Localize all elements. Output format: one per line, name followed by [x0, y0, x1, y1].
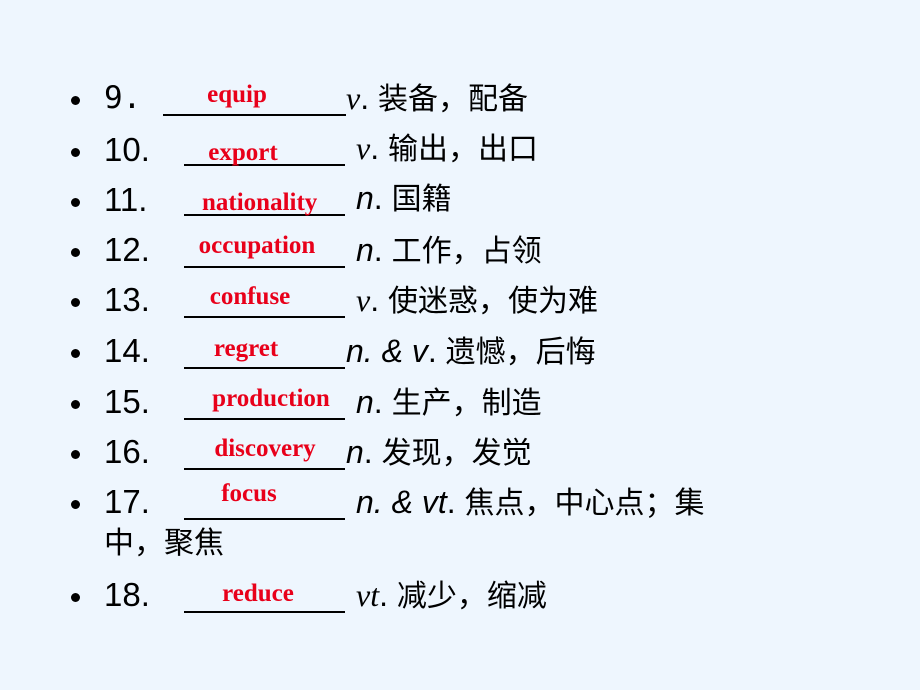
vocab-item-13: 13. confuse v. 使迷惑，使为难	[0, 278, 920, 328]
answer-blank	[163, 114, 346, 116]
definition: v. 使迷惑，使为难	[356, 282, 598, 319]
vocab-item-17: 17. focus n. & vt. 焦点，中心点；集 中，聚焦	[0, 480, 920, 570]
answer-text: confuse	[209, 283, 291, 310]
meaning: 生产，制造	[391, 386, 542, 421]
part-of-speech: n	[356, 180, 374, 216]
bullet-icon	[71, 198, 80, 207]
meaning: 装备，配备	[377, 82, 528, 117]
definition: n. 生产，制造	[356, 384, 542, 421]
answer-blank	[184, 266, 345, 268]
answer-blank	[184, 418, 345, 420]
item-number: 18.	[104, 576, 150, 613]
part-of-speech: n. & v	[346, 333, 428, 369]
answer-text: export	[208, 139, 278, 166]
bullet-icon	[71, 500, 80, 509]
part-of-speech: n	[346, 434, 364, 470]
answer-text: occupation	[198, 232, 316, 259]
meaning: 使迷惑，使为难	[387, 284, 598, 319]
definition: v. 装备，配备	[346, 80, 528, 117]
vocab-item-15: 15. production n. 生产，制造	[0, 380, 920, 430]
item-number: 12.	[104, 231, 150, 268]
answer-text: production	[212, 385, 330, 412]
meaning: 国籍	[391, 182, 452, 217]
item-number: 10.	[104, 131, 150, 168]
part-of-speech: vt	[356, 577, 380, 613]
definition: n. & vt. 焦点，中心点；集	[356, 484, 705, 521]
definition: n. & v. 遗憾，后悔	[346, 333, 596, 370]
item-number: 16.	[104, 433, 150, 470]
vocab-item-14: 14. regret n. & v. 遗憾，后悔	[0, 329, 920, 379]
item-number: 13.	[104, 281, 150, 318]
bullet-icon	[71, 450, 80, 459]
part-of-speech: n	[356, 232, 374, 268]
vocab-item-12: 12. occupation n. 工作，占领	[0, 228, 920, 278]
part-of-speech: n	[356, 384, 374, 420]
definition: n. 工作，占领	[356, 232, 542, 269]
definition: n. 国籍	[356, 180, 452, 217]
meaning: 工作，占领	[391, 234, 542, 269]
item-number: 14.	[104, 332, 150, 369]
vocab-item-9: 9. equip v. 装备，配备	[0, 76, 920, 126]
part-of-speech: v	[356, 130, 371, 166]
meaning: 减少，缩减	[396, 579, 547, 614]
bullet-icon	[71, 248, 80, 257]
answer-text: discovery	[214, 435, 316, 462]
meaning-continuation: 中，聚焦	[104, 526, 224, 561]
vocab-item-10: 10. export v. 输出，出口	[0, 128, 920, 178]
meaning: 焦点，中心点；集	[464, 486, 705, 521]
bullet-icon	[71, 298, 80, 307]
item-number: 17.	[104, 483, 150, 520]
part-of-speech: n. & vt	[356, 484, 447, 520]
vocab-item-16: 16. discovery n. 发现，发觉	[0, 430, 920, 480]
definition: vt. 减少，缩减	[356, 577, 547, 614]
bullet-icon	[71, 593, 80, 602]
answer-text: nationality	[202, 189, 318, 216]
meaning: 输出，出口	[387, 132, 538, 167]
answer-text: regret	[213, 335, 279, 362]
bullet-icon	[71, 400, 80, 409]
answer-blank	[184, 611, 345, 613]
answer-blank	[184, 468, 345, 470]
definition: v. 输出，出口	[356, 130, 538, 167]
item-number: 9.	[104, 80, 142, 116]
meaning: 遗憾，后悔	[445, 335, 596, 370]
meaning: 发现，发觉	[381, 436, 532, 471]
answer-text: equip	[207, 81, 267, 108]
vocab-item-11: 11. nationality n. 国籍	[0, 178, 920, 228]
bullet-icon	[71, 96, 80, 105]
vocab-item-18: 18. reduce vt. 减少，缩减	[0, 573, 920, 623]
bullet-icon	[71, 148, 80, 157]
item-number: 11.	[104, 181, 148, 218]
answer-text: focus	[221, 480, 277, 507]
item-number: 15.	[104, 383, 150, 420]
definition: n. 发现，发觉	[346, 434, 532, 471]
answer-blank	[184, 518, 345, 520]
answer-blank	[184, 316, 345, 318]
answer-text: reduce	[222, 580, 294, 607]
bullet-icon	[71, 349, 80, 358]
part-of-speech: v	[356, 282, 371, 318]
part-of-speech: v	[346, 80, 361, 116]
answer-blank	[184, 367, 345, 369]
